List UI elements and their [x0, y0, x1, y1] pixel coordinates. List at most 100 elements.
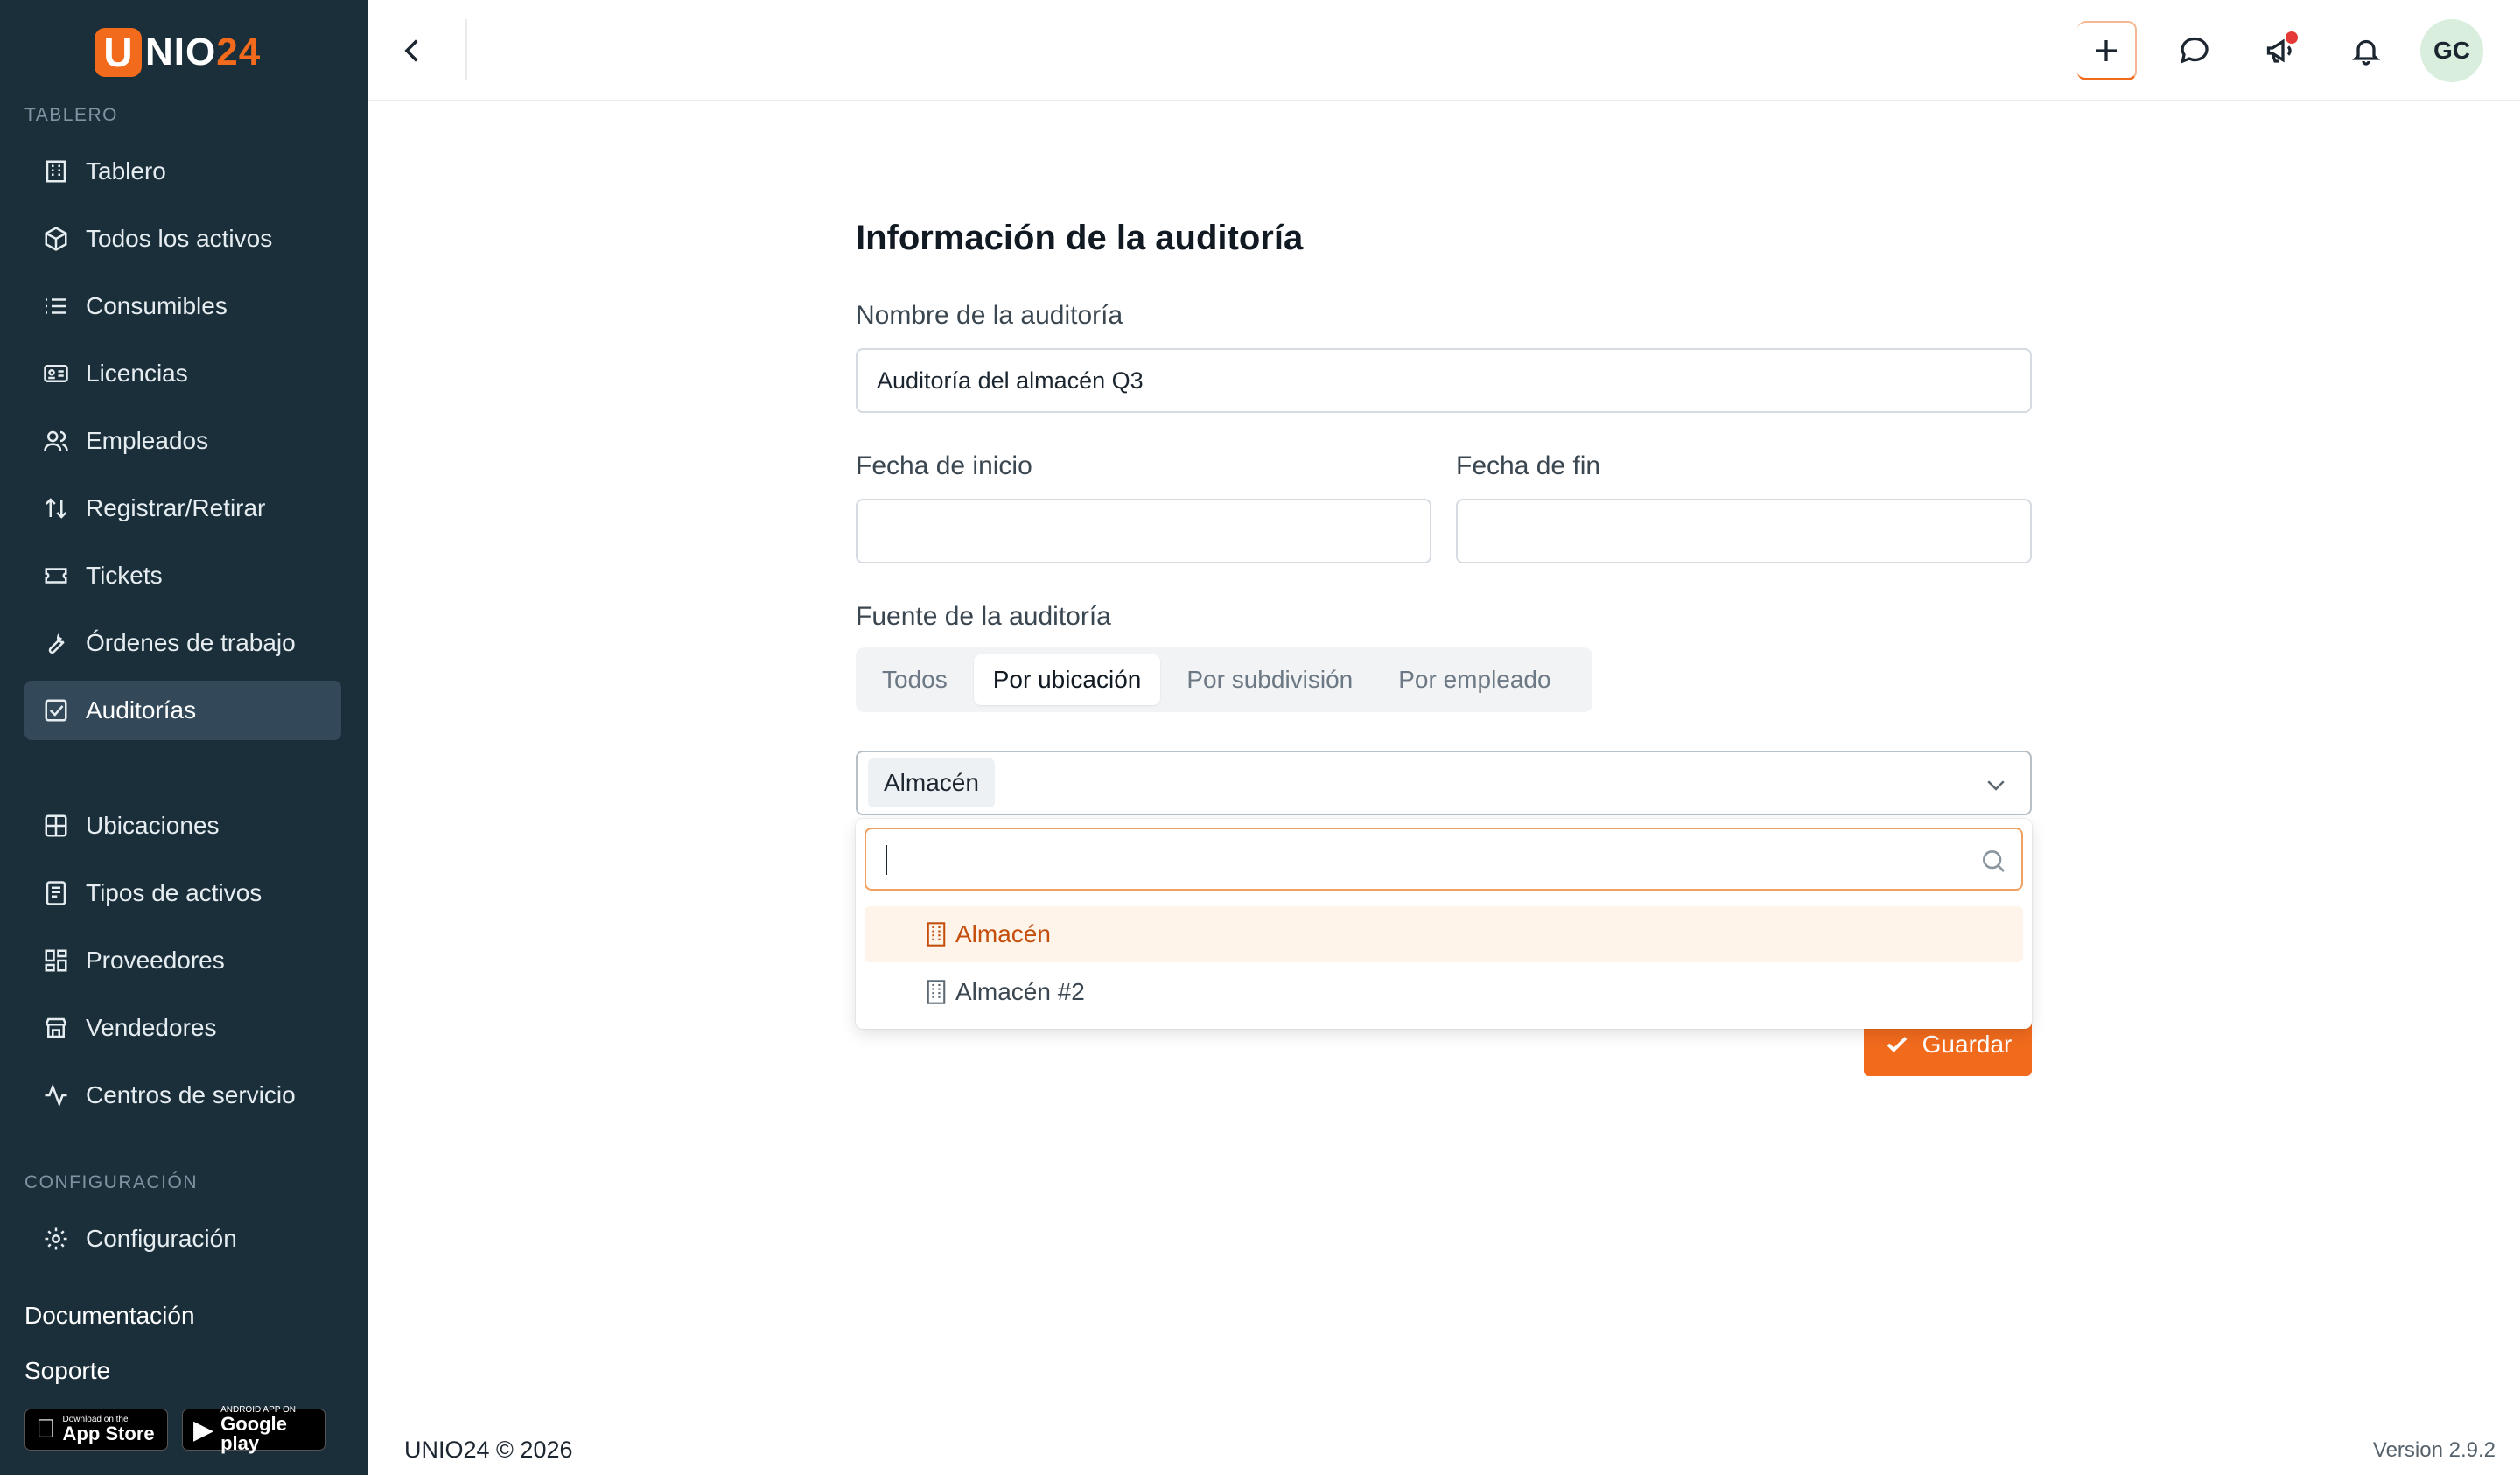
- sidebar-item-vendedores[interactable]: Vendedores: [24, 998, 341, 1058]
- sidebar-item-label: Empleados: [86, 427, 209, 454]
- sidebar-item-label: Vendedores: [86, 1014, 217, 1041]
- check-icon: [1886, 1037, 1907, 1052]
- sidebar-item-ordenes-trabajo[interactable]: Órdenes de trabajo: [24, 613, 341, 673]
- list-icon: [42, 292, 70, 320]
- sidebar-item-label: Tablero: [86, 157, 166, 185]
- arrows-updown-icon: [42, 494, 70, 522]
- logo[interactable]: U NIO24: [94, 28, 261, 77]
- option-label: Almacén #2: [956, 978, 1085, 1005]
- announcements-button[interactable]: [2250, 21, 2310, 80]
- location-search-input[interactable]: [864, 828, 2023, 891]
- sidebar-item-label: Todos los activos: [86, 225, 273, 252]
- text-caret: [886, 845, 887, 875]
- header-divider: [466, 19, 467, 80]
- back-button[interactable]: [388, 26, 438, 75]
- section-label-tablero: TABLERO: [24, 105, 118, 125]
- apple-icon: : [36, 1415, 56, 1444]
- source-label: Fuente de la auditoría: [856, 602, 1111, 631]
- sidebar-item-tickets[interactable]: Tickets: [24, 546, 341, 605]
- google-play-badge[interactable]: ▶ ANDROID APP ON Google play: [182, 1406, 326, 1453]
- users-icon: [42, 427, 70, 455]
- sidebar-item-label: Centros de servicio: [86, 1081, 296, 1108]
- sidebar-item-label: Licencias: [86, 360, 188, 387]
- grid-icon: [42, 812, 70, 840]
- audit-name-input[interactable]: Auditoría del almacén Q3: [856, 348, 2032, 413]
- sidebar-item-label: Registrar/Retirar: [86, 494, 266, 521]
- dashboard-icon: [42, 947, 70, 975]
- building-icon: [927, 980, 946, 1004]
- selected-location-chip[interactable]: Almacén: [868, 758, 995, 807]
- sidebar-item-label: Tickets: [86, 562, 163, 589]
- logo-mark: U: [94, 28, 142, 77]
- end-date-input[interactable]: [1456, 499, 2032, 563]
- sidebar-item-label: Auditorías: [86, 696, 197, 724]
- building-icon: [42, 157, 70, 185]
- sidebar-item-empleados[interactable]: Empleados: [24, 411, 341, 471]
- section-label-configuracion: CONFIGURACIÓN: [24, 1172, 198, 1192]
- source-segmented-control: Todos Por ubicación Por subdivisión Por …: [856, 647, 1592, 712]
- sidebar: U NIO24 TABLERO Tablero Todos los activo…: [0, 0, 368, 1475]
- tab-por-ubicacion[interactable]: Por ubicación: [973, 654, 1161, 705]
- plus-icon: [2096, 39, 2117, 61]
- top-bar: GC: [368, 0, 2520, 101]
- building-icon: [927, 922, 946, 947]
- documentation-link[interactable]: Documentación: [24, 1302, 195, 1330]
- chat-bubble-icon: [2180, 37, 2208, 64]
- notification-dot: [2286, 31, 2298, 44]
- box-icon: [42, 225, 70, 253]
- location-dropdown: Almacén Almacén #2: [856, 819, 2032, 1029]
- wrench-icon: [42, 629, 70, 657]
- form-title: Información de la auditoría: [856, 219, 1304, 257]
- chevron-down-icon: [1987, 780, 2005, 791]
- chat-button[interactable]: [2165, 21, 2224, 80]
- gear-icon: [42, 1225, 70, 1253]
- footer-version: Version 2.9.2: [2372, 1438, 2496, 1462]
- location-select[interactable]: Almacén: [856, 751, 2032, 815]
- sidebar-item-ubicaciones[interactable]: Ubicaciones: [24, 796, 341, 856]
- checkbox-icon: [42, 696, 70, 724]
- audit-form: Información de la auditoría Nombre de la…: [856, 219, 2032, 1076]
- location-option-almacen[interactable]: Almacén: [864, 906, 2023, 962]
- document-icon: [42, 879, 70, 907]
- sidebar-item-tablero[interactable]: Tablero: [24, 142, 341, 201]
- tab-todos[interactable]: Todos: [863, 654, 967, 705]
- sidebar-item-label: Configuración: [86, 1225, 237, 1252]
- location-option-almacen-2[interactable]: Almacén #2: [864, 964, 2023, 1020]
- sidebar-item-registrar-retirar[interactable]: Registrar/Retirar: [24, 479, 341, 538]
- sidebar-item-centros-servicio[interactable]: Centros de servicio: [24, 1066, 341, 1125]
- sidebar-item-configuracion[interactable]: Configuración: [24, 1209, 341, 1269]
- sidebar-item-licencias[interactable]: Licencias: [24, 344, 341, 403]
- end-date-label: Fecha de fin: [1456, 451, 1601, 480]
- add-button[interactable]: [2077, 21, 2137, 80]
- notifications-button[interactable]: [2336, 21, 2396, 80]
- sidebar-item-label: Tipos de activos: [86, 879, 262, 906]
- sidebar-item-label: Órdenes de trabajo: [86, 629, 296, 656]
- id-card-icon: [42, 360, 70, 388]
- sidebar-item-label: Proveedores: [86, 947, 225, 974]
- footer-copyright: UNIO24 © 2026: [404, 1437, 573, 1463]
- option-label: Almacén: [956, 920, 1051, 947]
- sidebar-item-proveedores[interactable]: Proveedores: [24, 931, 341, 990]
- play-icon: ▶: [193, 1415, 214, 1444]
- chevron-left-icon: [404, 39, 418, 62]
- search-icon: [1983, 850, 2005, 872]
- avatar[interactable]: GC: [2420, 19, 2483, 82]
- ticket-icon: [42, 562, 70, 590]
- bell-icon: [2352, 39, 2380, 66]
- sidebar-item-todos-activos[interactable]: Todos los activos: [24, 209, 341, 269]
- tab-por-subdivision[interactable]: Por subdivisión: [1167, 654, 1372, 705]
- tab-por-empleado[interactable]: Por empleado: [1379, 654, 1570, 705]
- save-button-label: Guardar: [1922, 1031, 2012, 1058]
- store-icon: [42, 1014, 70, 1042]
- name-label: Nombre de la auditoría: [856, 301, 1124, 330]
- sidebar-item-label: Consumibles: [86, 292, 228, 319]
- start-date-input[interactable]: [856, 499, 1432, 563]
- sidebar-item-auditorias[interactable]: Auditorías: [24, 681, 341, 740]
- sidebar-item-tipos-activos[interactable]: Tipos de activos: [24, 863, 341, 923]
- sidebar-item-label: Ubicaciones: [86, 812, 220, 839]
- start-date-label: Fecha de inicio: [856, 451, 1032, 480]
- app-store-badge[interactable]:  Download on theApp Store: [24, 1409, 168, 1451]
- support-link[interactable]: Soporte: [24, 1357, 110, 1385]
- logo-text: NIO24: [145, 31, 262, 73]
- sidebar-item-consumibles[interactable]: Consumibles: [24, 276, 341, 336]
